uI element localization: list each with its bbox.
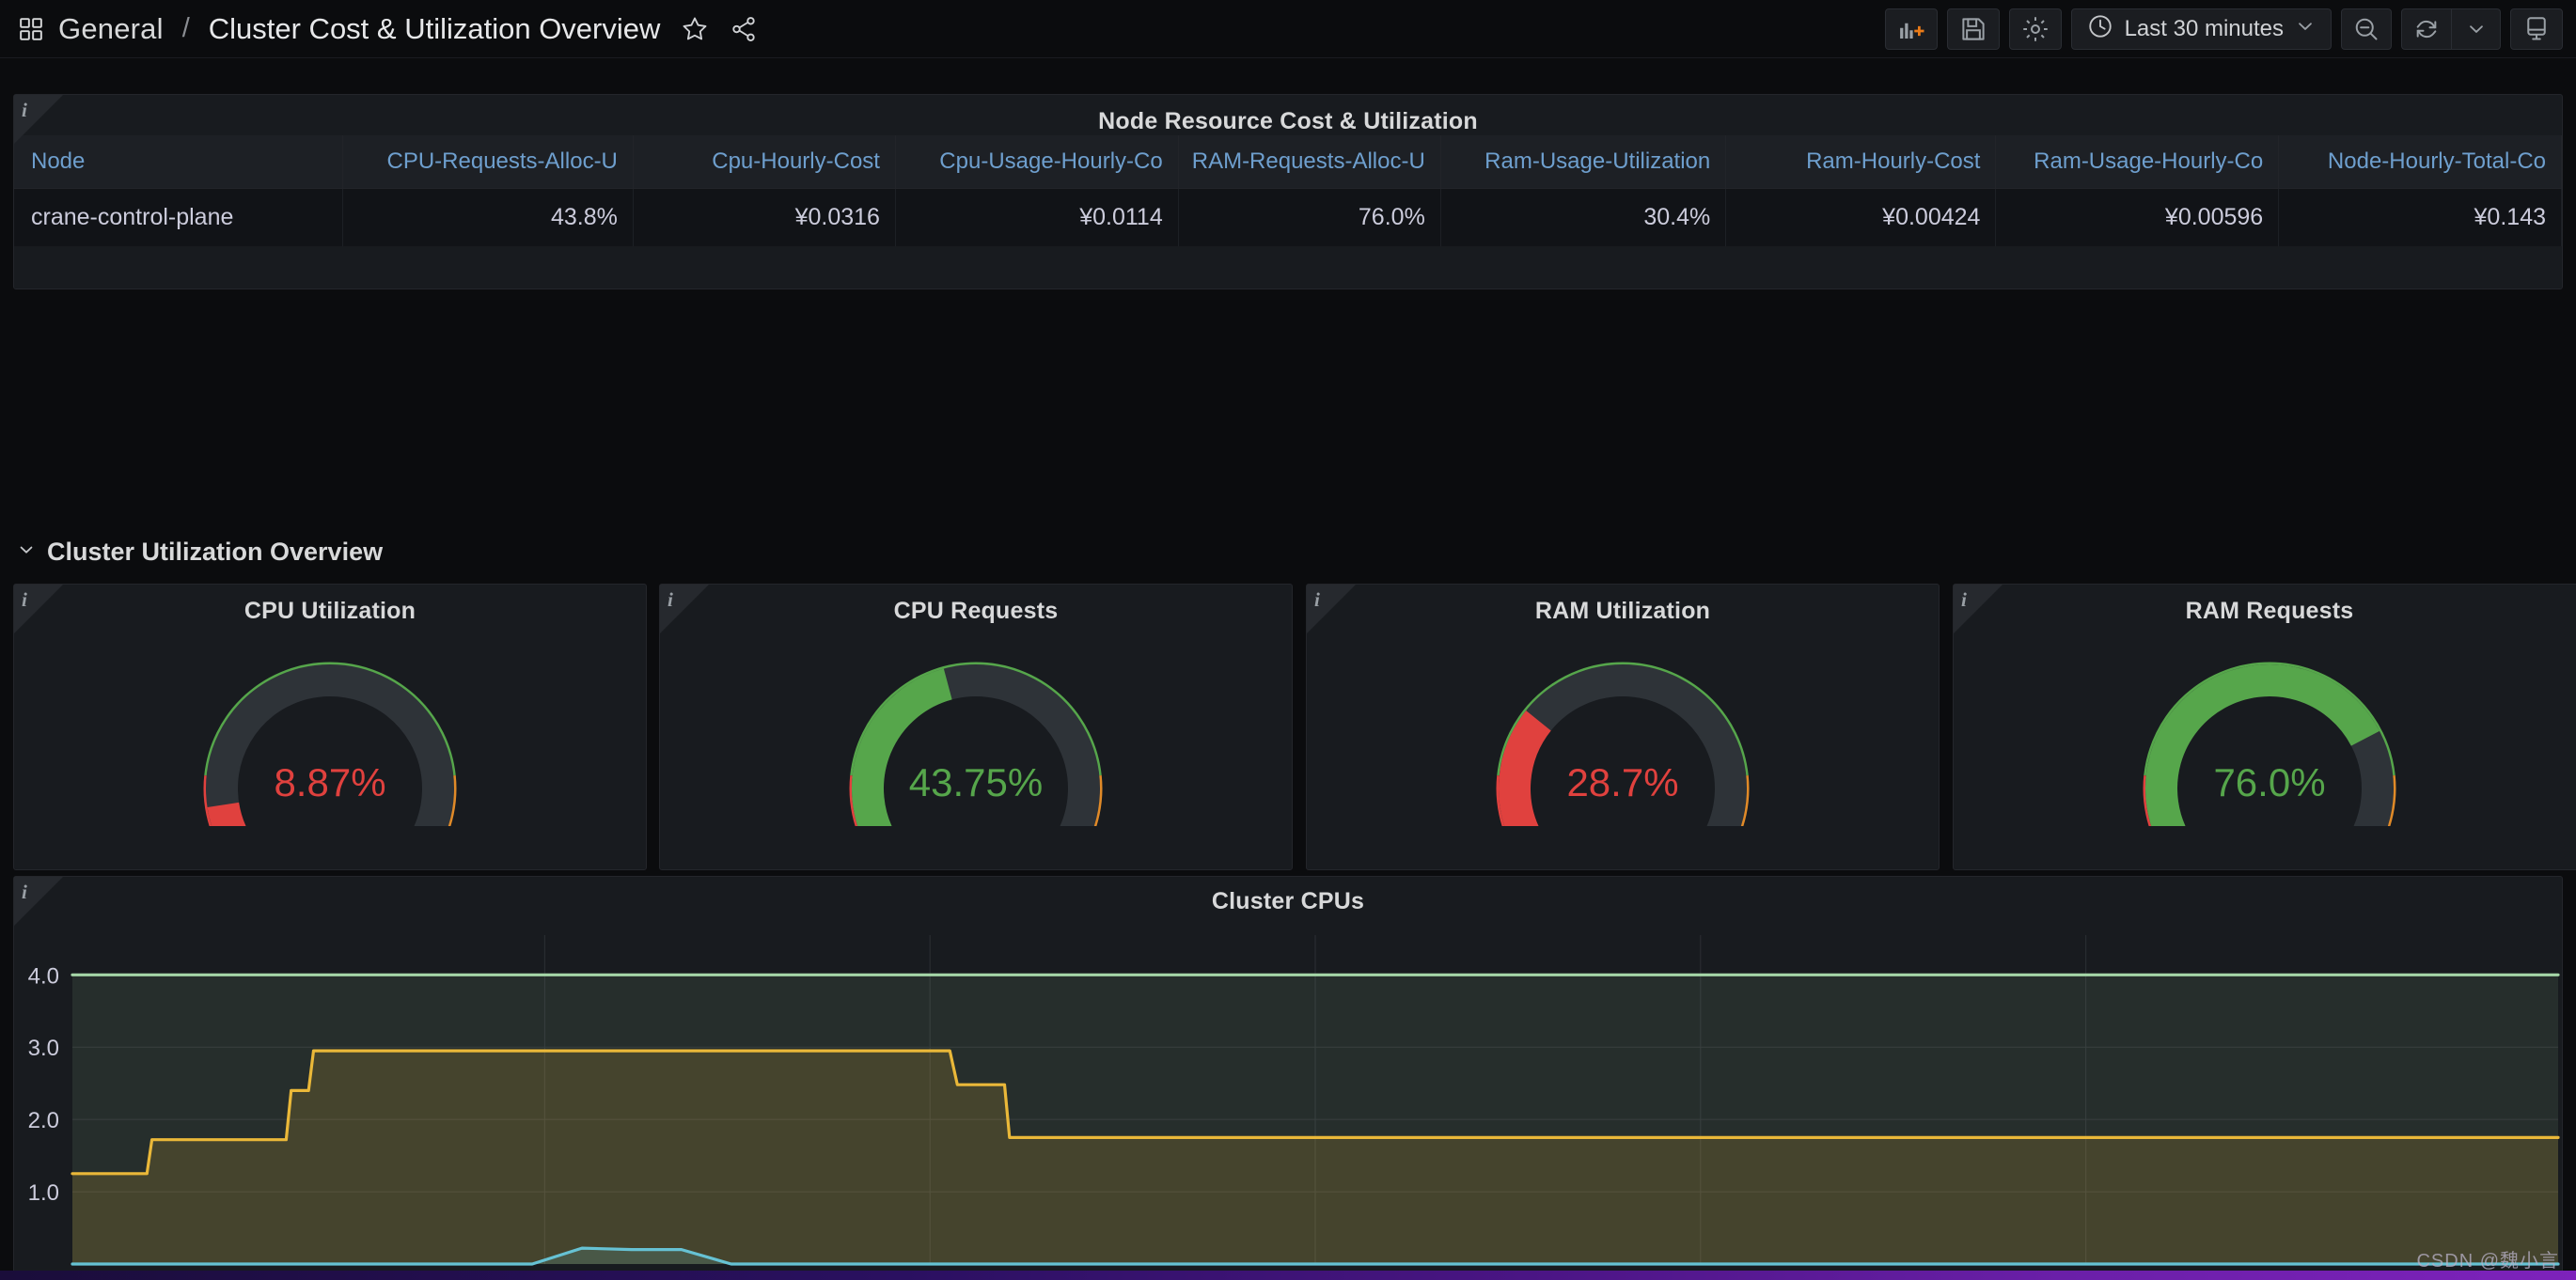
- panel-title: RAM Requests: [2185, 598, 2354, 624]
- table-cell: 76.0%: [1178, 188, 1441, 246]
- refresh-interval-chevron-down-icon[interactable]: [2452, 8, 2501, 50]
- time-range-picker[interactable]: Last 30 minutes: [2070, 8, 2332, 50]
- info-icon[interactable]: i: [1954, 585, 2003, 633]
- panel-title: Node Resource Cost & Utilization: [1098, 108, 1478, 134]
- breadcrumb-folder[interactable]: General: [58, 12, 164, 46]
- tv-kiosk-icon[interactable]: [2510, 8, 2563, 50]
- top-navbar: General / Cluster Cost & Utilization Ove…: [0, 0, 2576, 58]
- zoom-out-icon[interactable]: [2341, 8, 2392, 50]
- cluster-cpus-panel: i Cluster CPUs 1.0 2.0 3.0 4.0: [13, 876, 2563, 1275]
- dashboard-toolbar: Last 30 minutes: [1884, 8, 2563, 50]
- breadcrumb: General / Cluster Cost & Utilization Ove…: [19, 12, 660, 46]
- table-cell: ¥0.143: [2278, 188, 2562, 246]
- table-column-header[interactable]: Cpu-Hourly-Cost: [633, 135, 896, 189]
- gauge-panel: i CPU Utilization 8.87%: [13, 584, 647, 870]
- row-section-cluster-utilization-overview[interactable]: Cluster Utilization Overview: [17, 538, 383, 567]
- cluster-cpus-chart[interactable]: 1.0 2.0 3.0 4.0: [14, 926, 2562, 1275]
- table-column-header[interactable]: Node: [14, 135, 344, 189]
- chevron-down-icon: [2295, 16, 2316, 41]
- add-panel-icon[interactable]: [1884, 8, 1938, 50]
- bottom-decoration-bar: [0, 1271, 2576, 1280]
- table-column-header[interactable]: Node-Hourly-Total-Co: [2278, 135, 2562, 189]
- chevron-down-icon: [17, 540, 36, 564]
- table-body: crane-control-plane 43.8% ¥0.0316 ¥0.0114 76…: [14, 188, 2562, 246]
- gauge-visual: 8.87%: [14, 631, 646, 847]
- svg-text:2.0: 2.0: [28, 1108, 59, 1133]
- save-dashboard-icon[interactable]: [1946, 8, 2000, 50]
- row-section-title: Cluster Utilization Overview: [47, 538, 384, 566]
- svg-text:1.0: 1.0: [28, 1180, 59, 1206]
- table-cell: crane-control-plane: [14, 188, 344, 246]
- table-cell: ¥0.0114: [895, 188, 1179, 246]
- node-resource-table-panel: i Node Resource Cost & Utilization Node C…: [13, 94, 2563, 289]
- page-title: Cluster Cost & Utilization Overview: [208, 11, 661, 45]
- table-cell: ¥0.00424: [1725, 188, 1997, 246]
- info-icon[interactable]: i: [1307, 585, 1356, 633]
- table-cell: ¥0.0316: [633, 188, 896, 246]
- panel-title: RAM Utilization: [1534, 598, 1711, 624]
- time-range-label: Last 30 minutes: [2124, 15, 2284, 41]
- gauge-value: 8.87%: [274, 760, 386, 804]
- info-icon[interactable]: i: [660, 585, 709, 633]
- gauge-panel: i CPU Requests 43.75%: [659, 584, 1293, 870]
- table-column-header[interactable]: CPU-Requests-Alloc-U: [342, 135, 634, 189]
- gauge-visual: 76.0%: [1954, 631, 2576, 847]
- gauge-value: 28.7%: [1566, 760, 1679, 804]
- gauge-panel: i RAM Utilization 28.7%: [1306, 584, 1940, 870]
- refresh-icon[interactable]: [2401, 8, 2452, 50]
- gauge-panel: i RAM Requests 76.0%: [1953, 584, 2576, 870]
- table-column-header[interactable]: Ram-Usage-Utilization: [1440, 135, 1727, 189]
- info-icon[interactable]: i: [14, 95, 63, 144]
- panel-title: CPU Requests: [893, 598, 1059, 624]
- node-resource-table: Node CPU-Requests-Alloc-U Cpu-Hourly-Cost C…: [14, 135, 2562, 246]
- panel-title: CPU Utilization: [243, 598, 416, 624]
- gauge-value: 43.75%: [908, 760, 1044, 804]
- clock-icon: [2087, 13, 2113, 44]
- breadcrumb-separator: /: [181, 13, 190, 43]
- gauge-visual: 43.75%: [660, 631, 1292, 847]
- table-cell: 30.4%: [1440, 188, 1727, 246]
- table-column-header[interactable]: Ram-Usage-Hourly-Co: [1995, 135, 2280, 189]
- table-cell: 43.8%: [342, 188, 634, 246]
- svg-text:4.0: 4.0: [28, 963, 59, 989]
- table-column-header[interactable]: RAM-Requests-Alloc-U: [1178, 135, 1441, 189]
- table-row: crane-control-plane 43.8% ¥0.0316 ¥0.0114 76…: [14, 188, 2562, 246]
- table-cell: ¥0.00596: [1995, 188, 2280, 246]
- table-column-header[interactable]: Ram-Hourly-Cost: [1725, 135, 1997, 189]
- svg-text:3.0: 3.0: [28, 1036, 59, 1061]
- dashboard-settings-gear-icon[interactable]: [2008, 8, 2062, 50]
- gauge-value: 76.0%: [2213, 760, 2326, 804]
- share-icon[interactable]: [730, 15, 758, 43]
- star-icon[interactable]: [681, 15, 709, 43]
- table-column-header[interactable]: Cpu-Usage-Hourly-Co: [895, 135, 1179, 189]
- gauge-visual: 28.7%: [1307, 631, 1939, 847]
- dashboards-grid-icon[interactable]: [19, 17, 43, 41]
- table-header-row: Node CPU-Requests-Alloc-U Cpu-Hourly-Cost C…: [14, 135, 2562, 189]
- info-icon[interactable]: i: [14, 877, 63, 926]
- info-icon[interactable]: i: [14, 585, 63, 633]
- panel-title: Cluster CPUs: [1211, 888, 1365, 914]
